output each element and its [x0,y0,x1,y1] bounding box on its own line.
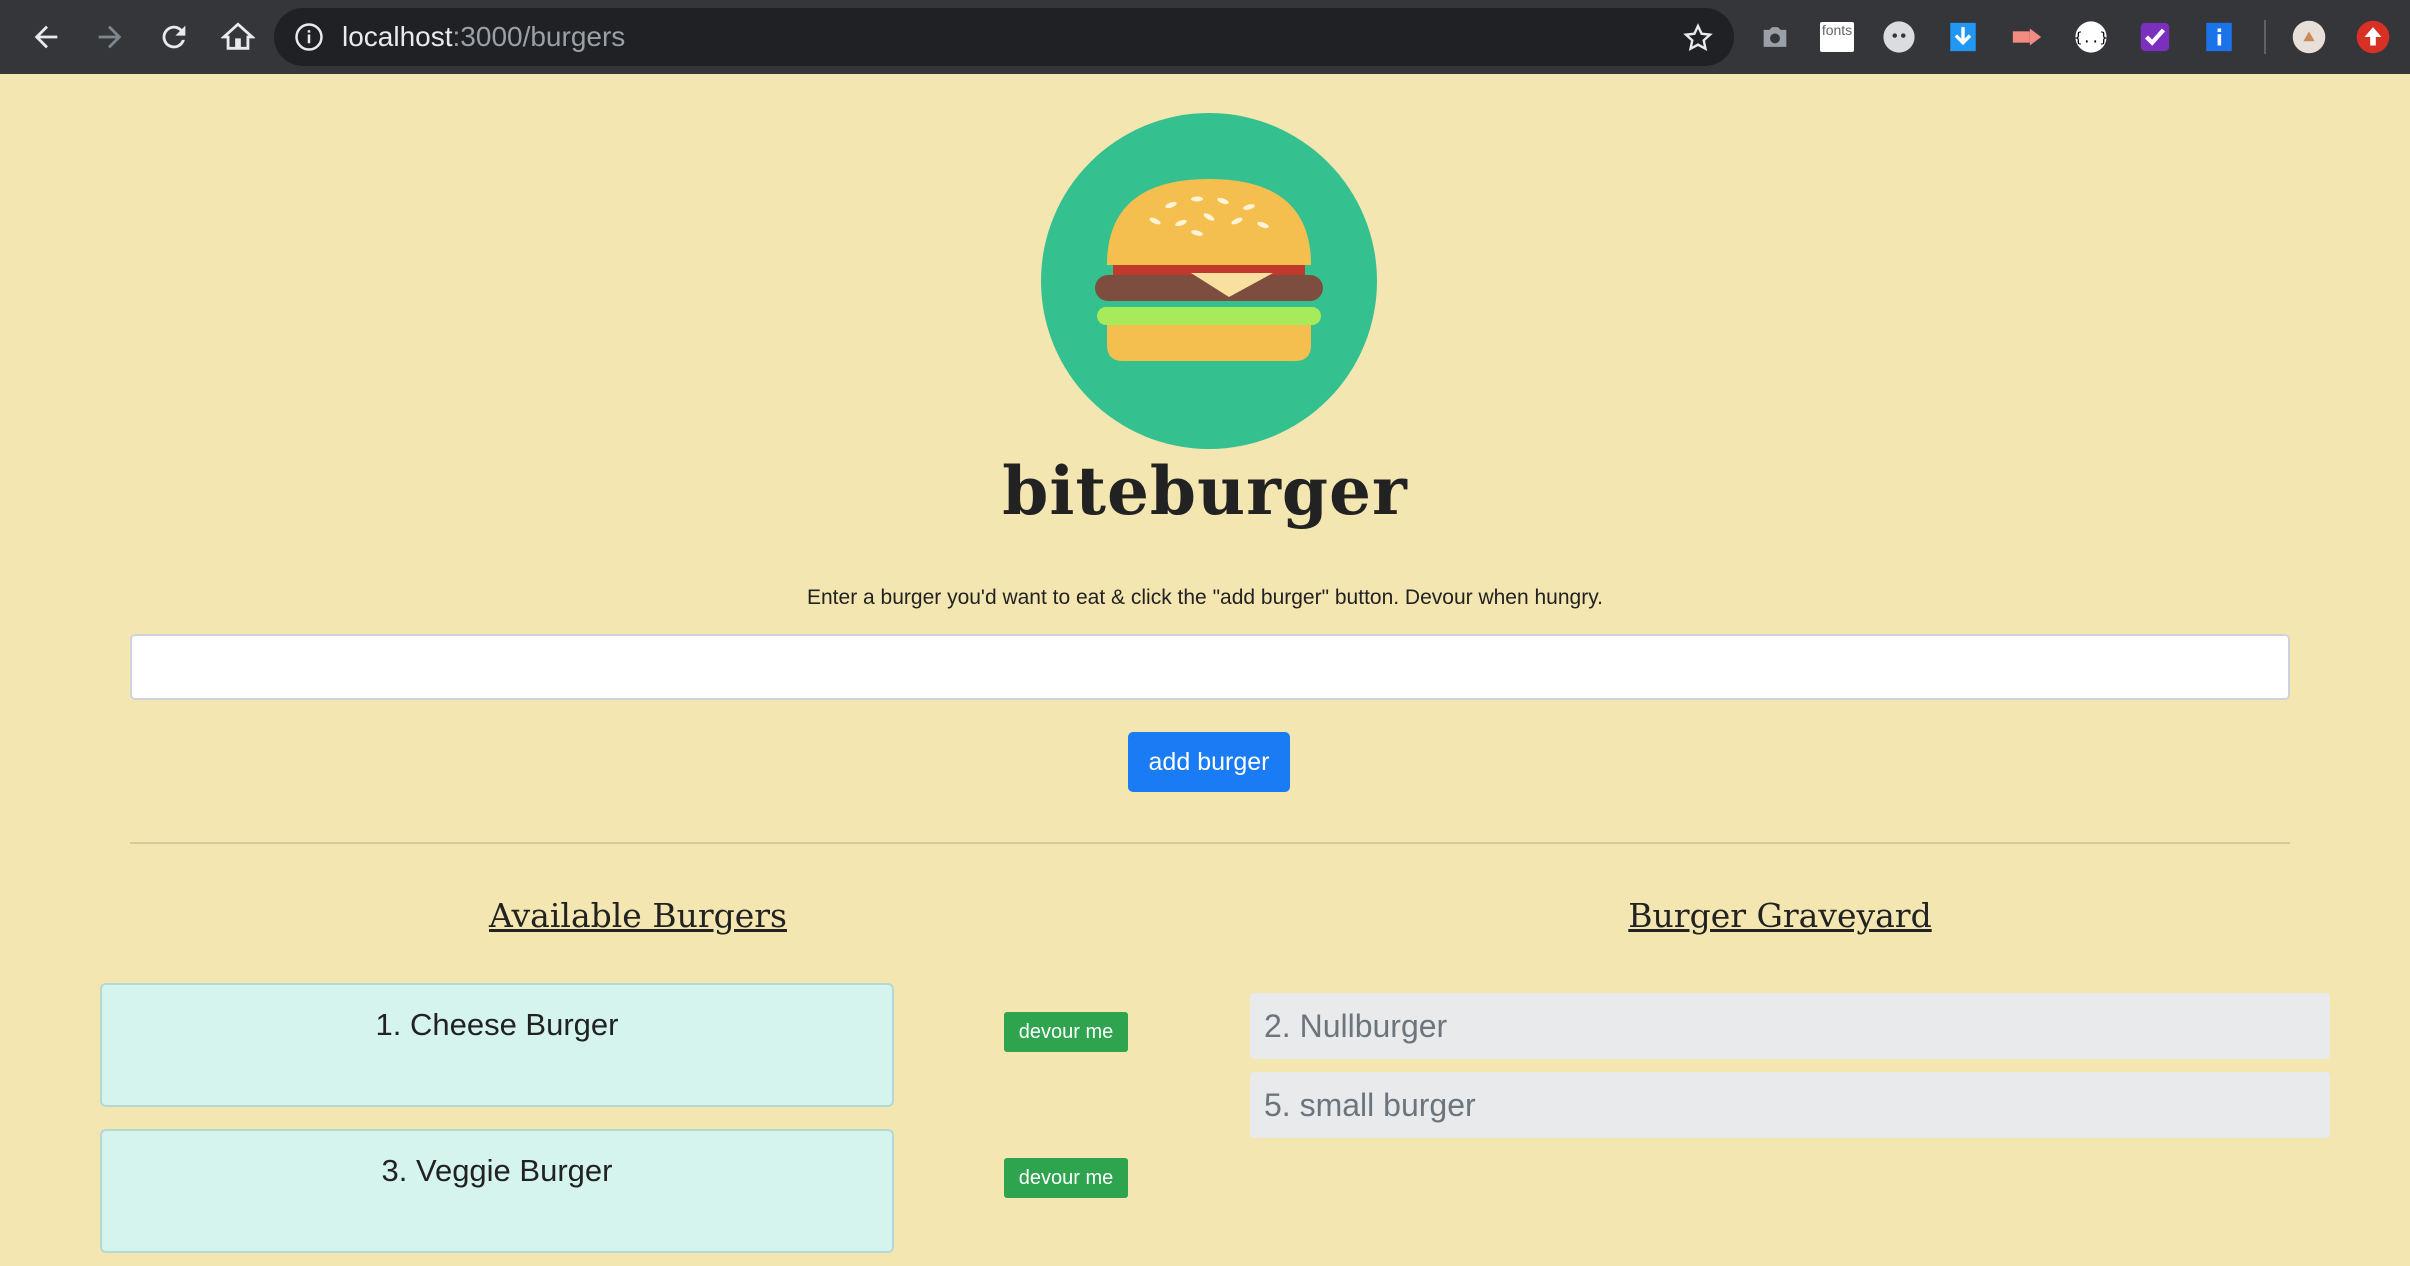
graveyard-item: 5. small burger [1250,1072,2330,1138]
instructions-text: Enter a burger you'd want to eat & click… [807,586,1603,609]
fonts-extension-icon[interactable]: fonts [1820,22,1854,52]
bookmark-star-icon[interactable] [1682,22,1714,54]
burger-graveyard-heading: Burger Graveyard [1628,896,1932,935]
home-icon [221,22,255,50]
burger-logo-icon [1041,113,1377,449]
svg-text:{..}: {..} [2074,31,2108,47]
back-button[interactable] [20,11,72,63]
burger-label: 1. Cheese Burger [375,1007,619,1042]
reload-icon [162,25,186,49]
forward-button[interactable] [84,11,136,63]
json-extension-icon[interactable]: {..} [2072,18,2110,56]
site-info-icon[interactable] [294,22,324,52]
info-extension-icon[interactable] [2200,18,2238,56]
browser-toolbar: localhost:3000/burgers fonts {..} [0,0,2410,74]
url-text: localhost:3000/burgers [342,21,625,53]
reload-button[interactable] [148,11,200,63]
burger-label: 3. Veggie Burger [381,1153,613,1188]
add-burger-button[interactable]: add burger [1128,732,1290,792]
burger-name-input[interactable] [130,634,2290,700]
available-burger-card: 3. Veggie Burger [100,1129,894,1253]
avatar-icon[interactable] [2290,18,2328,56]
forward-icon [98,25,122,49]
devour-button[interactable]: devour me [1004,1012,1128,1052]
section-divider [130,842,2290,844]
url-path: :3000/burgers [452,21,626,52]
back-icon [34,25,58,49]
extensions-bar: fonts {..} [1756,14,2410,60]
camera-extension-icon[interactable] [1756,18,1794,56]
check-extension-icon[interactable] [2136,18,2174,56]
available-burgers-heading: Available Burgers [489,896,787,935]
brand-title: biteburger [1002,452,1408,530]
update-icon[interactable] [2354,18,2392,56]
graveyard-item: 2. Nullburger [1250,993,2330,1059]
home-button[interactable] [212,11,264,63]
available-burger-card: 1. Cheese Burger [100,983,894,1107]
devour-button[interactable]: devour me [1004,1158,1128,1198]
address-bar[interactable]: localhost:3000/burgers [274,8,1734,66]
toolbar-separator [2264,20,2266,54]
video-extension-icon[interactable] [2008,18,2046,56]
download-extension-icon[interactable] [1944,18,1982,56]
ghost-extension-icon[interactable] [1880,18,1918,56]
url-host: localhost [342,21,453,52]
